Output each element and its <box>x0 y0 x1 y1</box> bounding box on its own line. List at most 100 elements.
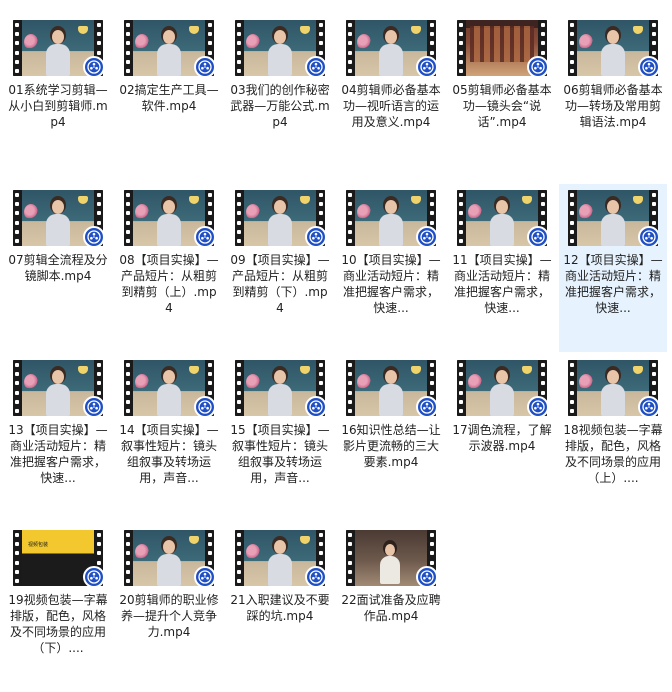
file-name-label: 21入职建议及不要踩的坑.mp4 <box>230 593 330 623</box>
file-name-label: 10【项目实操】—商业活动短片：精准把握客户需求，快速... <box>341 253 441 315</box>
film-strip-left <box>346 190 354 246</box>
video-thumbnail[interactable] <box>346 360 436 416</box>
video-thumbnail[interactable] <box>13 190 103 246</box>
video-player-app-icon <box>83 56 103 76</box>
video-thumbnail[interactable] <box>235 360 325 416</box>
video-player-app-icon <box>305 396 325 416</box>
video-player-app-icon <box>305 566 325 586</box>
film-strip-left <box>457 20 465 76</box>
film-strip-left <box>346 530 354 586</box>
video-thumbnail[interactable] <box>568 20 658 76</box>
film-strip-left <box>124 20 132 76</box>
video-player-app-icon <box>83 226 103 246</box>
video-thumbnail[interactable] <box>235 530 325 586</box>
video-player-app-icon <box>194 56 214 76</box>
video-player-app-icon <box>527 226 547 246</box>
file-item[interactable]: 04剪辑师必备基本功—视听语言的运用及意义.mp4 <box>337 14 445 182</box>
film-strip-left <box>568 190 576 246</box>
video-thumbnail[interactable] <box>124 360 214 416</box>
film-strip-left <box>568 360 576 416</box>
film-strip-left <box>346 360 354 416</box>
video-thumbnail[interactable] <box>457 20 547 76</box>
video-player-app-icon <box>416 226 436 246</box>
film-strip-left <box>13 190 21 246</box>
file-item[interactable]: 09【项目实操】—产品短片：从粗剪到精剪（下）.mp4 <box>226 184 334 352</box>
file-name-label: 18视频包装—字幕排版，配色，风格及不同场景的应用（上）.... <box>563 423 663 485</box>
file-item[interactable]: 03我们的创作秘密武器—万能公式.mp4 <box>226 14 334 182</box>
film-strip-left <box>457 190 465 246</box>
file-item[interactable]: 视频包装 19视频包装—字幕排版，配色，风格及不同场景的应用（下）.... <box>4 524 112 692</box>
file-item[interactable]: 13【项目实操】—商业活动短片：精准把握客户需求，快速... <box>4 354 112 522</box>
file-name-label: 02搞定生产工具—软件.mp4 <box>119 83 219 113</box>
file-item[interactable]: 21入职建议及不要踩的坑.mp4 <box>226 524 334 692</box>
file-name-label: 01系统学习剪辑—从小白到剪辑师.mp4 <box>8 83 108 129</box>
video-thumbnail[interactable] <box>124 530 214 586</box>
file-name-label: 07剪辑全流程及分镜脚本.mp4 <box>8 253 108 283</box>
video-thumbnail[interactable] <box>235 20 325 76</box>
video-thumbnail[interactable] <box>457 360 547 416</box>
file-item[interactable]: 06剪辑师必备基本功—转场及常用剪辑语法.mp4 <box>559 14 667 182</box>
film-strip-left <box>13 530 21 586</box>
file-item[interactable]: 01系统学习剪辑—从小白到剪辑师.mp4 <box>4 14 112 182</box>
film-strip-left <box>124 530 132 586</box>
video-player-app-icon <box>83 396 103 416</box>
film-strip-left <box>235 20 243 76</box>
film-strip-left <box>235 190 243 246</box>
video-player-app-icon <box>638 56 658 76</box>
file-name-label: 04剪辑师必备基本功—视听语言的运用及意义.mp4 <box>341 83 441 129</box>
video-thumbnail[interactable] <box>568 190 658 246</box>
file-item[interactable]: 07剪辑全流程及分镜脚本.mp4 <box>4 184 112 352</box>
video-player-app-icon <box>83 566 103 586</box>
video-thumbnail[interactable] <box>13 360 103 416</box>
film-strip-left <box>13 360 21 416</box>
file-item[interactable]: 17调色流程，了解示波器.mp4 <box>448 354 556 522</box>
file-item[interactable]: 05剪辑师必备基本功—镜头会“说话”.mp4 <box>448 14 556 182</box>
file-item[interactable]: 10【项目实操】—商业活动短片：精准把握客户需求，快速... <box>337 184 445 352</box>
file-name-label: 03我们的创作秘密武器—万能公式.mp4 <box>230 83 330 129</box>
file-item[interactable]: 16知识性总结—让影片更流畅的三大要素.mp4 <box>337 354 445 522</box>
file-name-label: 19视频包装—字幕排版，配色，风格及不同场景的应用（下）.... <box>8 593 108 655</box>
video-player-app-icon <box>416 566 436 586</box>
video-thumbnail[interactable] <box>124 190 214 246</box>
video-player-app-icon <box>194 396 214 416</box>
video-player-app-icon <box>416 56 436 76</box>
file-item[interactable]: 15【项目实操】—叙事性短片：镜头组叙事及转场运用，声音... <box>226 354 334 522</box>
video-player-app-icon <box>194 566 214 586</box>
film-strip-left <box>235 360 243 416</box>
file-item[interactable]: 22面试准备及应聘作品.mp4 <box>337 524 445 692</box>
file-name-label: 08【项目实操】—产品短片：从粗剪到精剪（上）.mp4 <box>119 253 219 315</box>
video-thumbnail[interactable] <box>346 530 436 586</box>
film-strip-left <box>13 20 21 76</box>
video-thumbnail[interactable]: 视频包装 <box>13 530 103 586</box>
video-player-app-icon <box>527 56 547 76</box>
film-strip-left <box>124 190 132 246</box>
film-strip-left <box>235 530 243 586</box>
video-player-app-icon <box>305 226 325 246</box>
video-thumbnail[interactable] <box>346 20 436 76</box>
file-name-label: 15【项目实操】—叙事性短片：镜头组叙事及转场运用，声音... <box>230 423 330 485</box>
video-thumbnail[interactable] <box>235 190 325 246</box>
file-item[interactable]: 20剪辑师的职业修养—提升个人竞争力.mp4 <box>115 524 223 692</box>
file-item[interactable]: 18视频包装—字幕排版，配色，风格及不同场景的应用（上）.... <box>559 354 667 522</box>
file-name-label: 12【项目实操】—商业活动短片：精准把握客户需求，快速... <box>563 253 663 315</box>
file-name-label: 20剪辑师的职业修养—提升个人竞争力.mp4 <box>119 593 219 639</box>
video-player-app-icon <box>194 226 214 246</box>
video-thumbnail[interactable] <box>568 360 658 416</box>
file-item[interactable]: 11【项目实操】—商业活动短片：精准把握客户需求，快速... <box>448 184 556 352</box>
file-name-label: 11【项目实操】—商业活动短片：精准把握客户需求，快速... <box>452 253 552 315</box>
video-player-app-icon <box>527 396 547 416</box>
file-name-label: 22面试准备及应聘作品.mp4 <box>341 593 441 623</box>
file-item[interactable]: 02搞定生产工具—软件.mp4 <box>115 14 223 182</box>
file-name-label: 09【项目实操】—产品短片：从粗剪到精剪（下）.mp4 <box>230 253 330 315</box>
file-name-label: 14【项目实操】—叙事性短片：镜头组叙事及转场运用，声音... <box>119 423 219 485</box>
file-item[interactable]: 14【项目实操】—叙事性短片：镜头组叙事及转场运用，声音... <box>115 354 223 522</box>
file-item[interactable]: 12【项目实操】—商业活动短片：精准把握客户需求，快速... <box>559 184 667 352</box>
video-thumbnail[interactable] <box>457 190 547 246</box>
film-strip-left <box>346 20 354 76</box>
file-item[interactable]: 08【项目实操】—产品短片：从粗剪到精剪（上）.mp4 <box>115 184 223 352</box>
video-thumbnail[interactable] <box>346 190 436 246</box>
video-player-app-icon <box>638 226 658 246</box>
video-thumbnail[interactable] <box>13 20 103 76</box>
video-thumbnail[interactable] <box>124 20 214 76</box>
video-player-app-icon <box>416 396 436 416</box>
